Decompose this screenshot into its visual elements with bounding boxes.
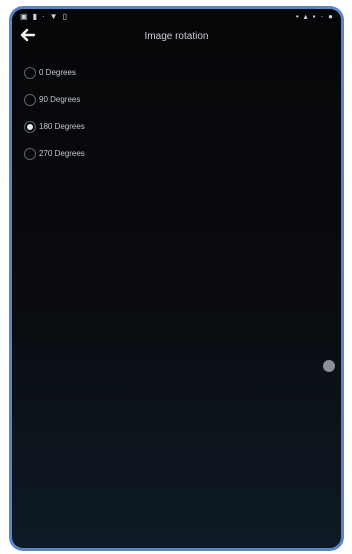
back-arrow-icon[interactable] (18, 25, 38, 45)
option-90-degrees[interactable]: 90 Degrees (24, 86, 341, 113)
radio-button[interactable] (24, 147, 36, 160)
device-frame: ▣ ▮ · ▼ ▯ • ▴ ▪ · ● Image rotation 0 Deg… (9, 6, 344, 551)
option-label: 270 Degrees (39, 149, 85, 158)
circle-icon: ● (328, 11, 333, 21)
radio-button[interactable] (24, 66, 36, 79)
vibrate-icon: • (295, 11, 299, 21)
wifi-icon: ▼ (49, 11, 58, 21)
battery-icon: ▪ (312, 11, 316, 21)
option-180-degrees[interactable]: 180 Degrees (24, 113, 341, 140)
status-bar: ▣ ▮ · ▼ ▯ • ▴ ▪ · ● (12, 9, 341, 23)
option-0-degrees[interactable]: 0 Degrees (24, 59, 341, 86)
app-screen: ▣ ▮ · ▼ ▯ • ▴ ▪ · ● Image rotation 0 Deg… (12, 9, 341, 548)
status-left-icons: ▣ ▮ · ▼ ▯ (20, 12, 67, 21)
page-title: Image rotation (144, 30, 209, 42)
radio-dot (27, 123, 33, 130)
dots-icon: · (41, 11, 45, 21)
photo-icon: ▣ (20, 11, 28, 21)
alarm-icon: ▴ (303, 11, 308, 21)
notification-icon: ▯ (62, 11, 67, 21)
radio-button[interactable] (24, 93, 36, 106)
option-label: 180 Degrees (39, 122, 85, 131)
floating-handle-icon[interactable] (323, 360, 335, 372)
radio-button-selected[interactable] (24, 120, 36, 133)
dots-icon: · (320, 11, 324, 21)
option-label: 90 Degrees (39, 95, 81, 104)
option-label: 0 Degrees (39, 68, 76, 77)
rotation-options: 0 Degrees 90 Degrees 180 Degrees 270 Deg… (12, 49, 341, 167)
app-bar: Image rotation (12, 23, 341, 49)
status-right-icons: • ▴ ▪ · ● (296, 12, 333, 21)
option-270-degrees[interactable]: 270 Degrees (24, 140, 341, 167)
download-icon: ▮ (32, 11, 37, 21)
